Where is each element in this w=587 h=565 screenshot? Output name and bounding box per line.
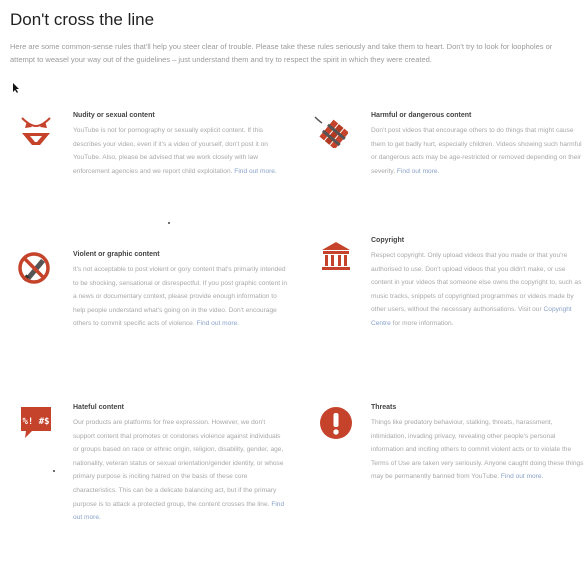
stray-dot xyxy=(53,470,55,472)
bikini-icon xyxy=(21,117,51,145)
card-body: Things like predatory behaviour, stalkin… xyxy=(371,416,586,484)
card-title: Threats xyxy=(371,404,397,411)
find-out-more-link[interactable]: Find out more. xyxy=(501,473,544,480)
page-title: Don't cross the line xyxy=(10,10,155,29)
card-body-text: Our products are platforms for free expr… xyxy=(73,419,284,508)
hate-symbols-icon: %! #$ xyxy=(21,407,51,438)
find-out-more-link[interactable]: Find out more. xyxy=(234,168,277,175)
card-body: It's not acceptable to post violent or g… xyxy=(73,263,288,331)
card-title: Hateful content xyxy=(73,404,124,411)
mouse-pointer-icon xyxy=(13,83,19,93)
card-body-text: Respect copyright. Only upload videos th… xyxy=(371,252,582,314)
find-out-more-link[interactable]: Find out more. xyxy=(197,320,240,327)
card-body: YouTube is not for pornography or sexual… xyxy=(73,124,288,178)
card-title: Violent or graphic content xyxy=(73,251,160,258)
card-body-text: It's not acceptable to post violent or g… xyxy=(73,266,288,328)
exclamation-icon xyxy=(320,407,352,439)
card-title: Copyright xyxy=(371,237,405,244)
card-body: Respect copyright. Only upload videos th… xyxy=(371,249,586,331)
stray-dot xyxy=(168,222,170,224)
card-body-text: Things like predatory behaviour, stalkin… xyxy=(371,419,584,481)
no-knife-icon xyxy=(18,252,50,284)
hate-symbols-text: %! #$ xyxy=(22,417,49,427)
card-body-text: for more information. xyxy=(392,319,454,327)
dynamite-icon xyxy=(314,116,348,148)
card-body: Our products are platforms for free expr… xyxy=(73,416,288,525)
card-title: Harmful or dangerous content xyxy=(371,112,472,119)
courthouse-icon xyxy=(322,242,350,270)
card-body: Don't post videos that encourage others … xyxy=(371,124,586,178)
card-title: Nudity or sexual content xyxy=(73,112,155,119)
find-out-more-link[interactable]: Find out more. xyxy=(397,168,440,175)
intro-text: Here are some common-sense rules that'll… xyxy=(10,42,553,64)
